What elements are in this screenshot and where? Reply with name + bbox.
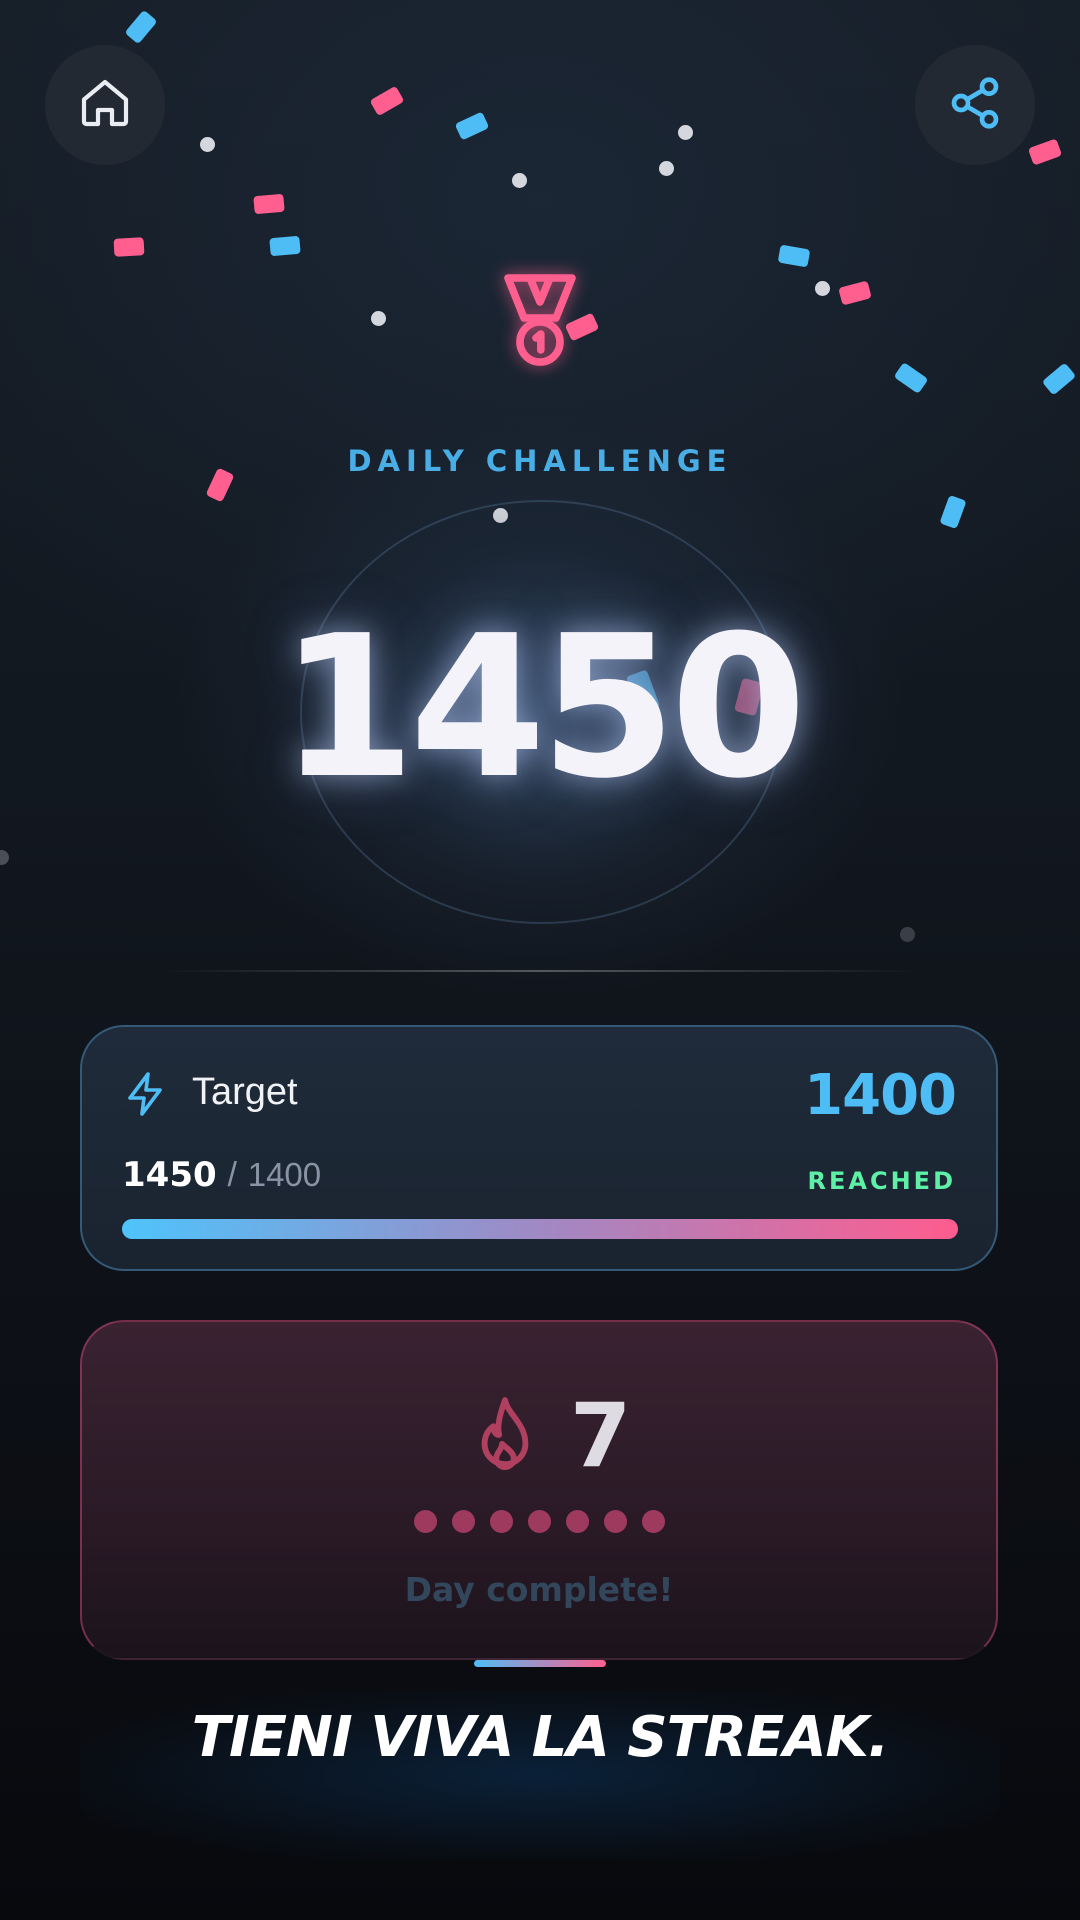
- streak-day-dot: [489, 1510, 513, 1533]
- divider: [160, 970, 920, 972]
- streak-day-dot: [451, 1510, 475, 1533]
- progress-current: 1450: [122, 1155, 217, 1195]
- progress-separator: /: [227, 1156, 237, 1194]
- accent-line: [474, 1660, 606, 1667]
- target-value: 1400: [804, 1063, 957, 1128]
- home-button[interactable]: [45, 45, 165, 165]
- share-button[interactable]: [915, 45, 1035, 165]
- target-title: Target: [192, 1071, 298, 1113]
- streak-day-dot: [527, 1510, 551, 1533]
- streak-day-dot: [641, 1510, 665, 1533]
- medal-icon: [492, 270, 588, 378]
- share-icon: [947, 75, 1003, 135]
- home-icon: [77, 75, 133, 135]
- streak-count: 7: [570, 1384, 632, 1487]
- streak-card: 7 Day complete!: [80, 1320, 998, 1660]
- score-value: 1450: [279, 594, 807, 822]
- streak-message: Day complete!: [404, 1570, 674, 1609]
- flame-icon: [470, 1394, 540, 1480]
- streak-day-dot: [565, 1510, 589, 1533]
- tagline: TIENI VIVA LA STREAK.: [191, 1705, 889, 1770]
- challenge-label: DAILY CHALLENGE: [347, 444, 733, 478]
- status-badge: REACHED: [807, 1167, 956, 1195]
- streak-day-dot: [603, 1510, 627, 1533]
- progress-text: 1450 / 1400: [122, 1155, 321, 1195]
- target-card: Target 1400 1450 / 1400 REACHED: [80, 1025, 998, 1271]
- progress-target: 1400: [247, 1156, 322, 1193]
- progress-bar-fill: [122, 1219, 958, 1239]
- progress-bar: [122, 1219, 958, 1239]
- streak-day-dot: [413, 1510, 437, 1533]
- lightning-icon: [122, 1069, 170, 1123]
- streak-days: [82, 1510, 996, 1533]
